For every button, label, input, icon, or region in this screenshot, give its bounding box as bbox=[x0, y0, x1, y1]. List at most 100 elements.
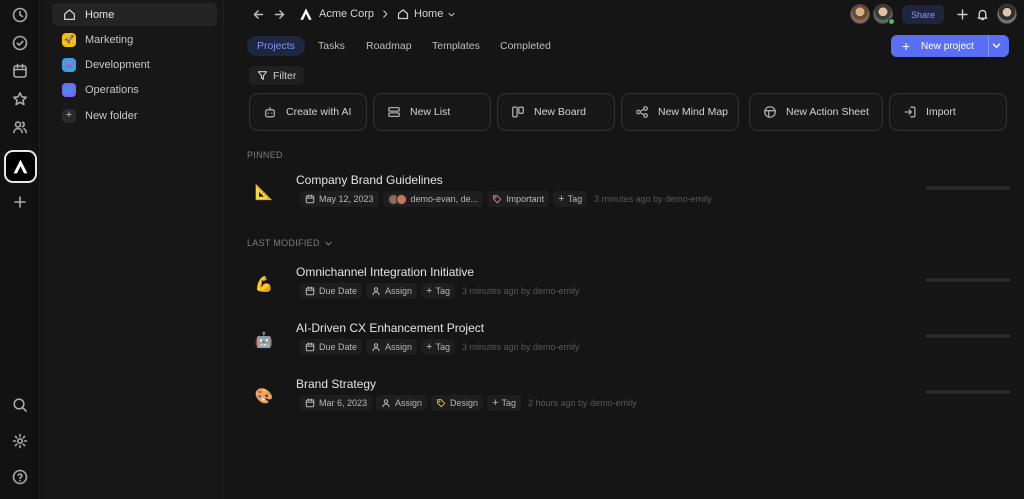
date-chip[interactable]: May 12, 2023 bbox=[300, 191, 379, 207]
add-tag-button[interactable]: + Tag bbox=[487, 395, 522, 411]
chevron-down-icon[interactable] bbox=[991, 40, 1005, 52]
sheet-icon bbox=[762, 104, 778, 120]
add-tag-button[interactable]: + Tag bbox=[421, 339, 455, 355]
home-icon bbox=[62, 8, 76, 22]
tab-templates[interactable]: Templates bbox=[422, 36, 490, 56]
create-with-ai-button[interactable]: Create with AI bbox=[249, 93, 367, 131]
mind-map-icon bbox=[634, 104, 650, 120]
new-action-sheet-button[interactable]: New Action Sheet bbox=[749, 93, 883, 131]
add-workspace-icon[interactable] bbox=[8, 190, 32, 214]
project-row[interactable]: 🤖 AI-Driven CX Enhancement Project Due D… bbox=[246, 320, 1016, 364]
project-title[interactable]: AI-Driven CX Enhancement Project bbox=[296, 321, 484, 335]
tag-design-chip[interactable]: Design bbox=[431, 395, 484, 411]
breadcrumb-page[interactable]: Home bbox=[397, 6, 456, 22]
icon-rail bbox=[0, 0, 40, 499]
chevron-down-icon bbox=[448, 12, 455, 16]
acme-logo-icon bbox=[13, 159, 28, 174]
pinned-section-label: PINNED bbox=[247, 150, 283, 160]
sidebar-item-operations[interactable]: 🌐 Operations bbox=[52, 78, 262, 101]
add-tag-button[interactable]: + Tag bbox=[421, 283, 455, 299]
avatar bbox=[395, 193, 407, 205]
updated-text: 2 hours ago by demo-emily bbox=[528, 398, 637, 408]
robot-icon bbox=[262, 104, 278, 120]
assign-button[interactable]: Assign bbox=[366, 339, 418, 355]
new-project-label: New project bbox=[921, 40, 974, 52]
import-button[interactable]: Import bbox=[889, 93, 1007, 131]
project-row[interactable]: 🎨 Brand Strategy Mar 6, 2023 Assign Desi… bbox=[246, 376, 1016, 420]
due-date-chip[interactable]: Due Date bbox=[300, 339, 363, 355]
date-chip[interactable]: Mar 6, 2023 bbox=[300, 395, 373, 411]
assign-button[interactable]: Assign bbox=[376, 395, 428, 411]
chevron-down-icon bbox=[325, 241, 332, 245]
sidebar-item-label: Operations bbox=[85, 83, 139, 96]
sidebar-item-home[interactable]: Home bbox=[52, 3, 217, 26]
sidebar-item-marketing[interactable]: 🚀 Marketing bbox=[52, 28, 262, 51]
sidebar-item-label: New folder bbox=[85, 109, 138, 122]
share-button[interactable]: Share bbox=[902, 5, 944, 24]
sidebar-item-new-folder[interactable]: + New folder bbox=[52, 104, 262, 127]
users-icon[interactable] bbox=[8, 115, 32, 139]
updated-text: 3 minutes ago by demo-emily bbox=[462, 342, 580, 352]
gear-icon[interactable] bbox=[8, 429, 32, 453]
clock-icon[interactable] bbox=[8, 3, 32, 27]
user-icon bbox=[382, 399, 390, 408]
online-status-dot bbox=[888, 18, 895, 25]
tab-completed[interactable]: Completed bbox=[490, 36, 561, 56]
new-list-button[interactable]: New List bbox=[373, 93, 491, 131]
new-board-button[interactable]: New Board bbox=[497, 93, 615, 131]
flexed-biceps-icon: 💪 bbox=[254, 276, 274, 293]
page-name: Home bbox=[414, 8, 444, 20]
project-title[interactable]: Company Brand Guidelines bbox=[296, 173, 443, 187]
breadcrumb-separator-icon bbox=[380, 6, 390, 22]
avatar[interactable] bbox=[850, 4, 870, 24]
tab-projects[interactable]: Projects bbox=[247, 36, 305, 56]
search-icon[interactable] bbox=[8, 393, 32, 417]
workspace-name: Acme Corp bbox=[319, 8, 375, 20]
bell-icon[interactable] bbox=[975, 7, 989, 21]
user-icon bbox=[372, 287, 380, 296]
tab-roadmap[interactable]: Roadmap bbox=[356, 36, 422, 56]
forward-arrow-icon[interactable] bbox=[271, 6, 287, 22]
updated-text: 3 minutes ago by demo-emily bbox=[594, 194, 712, 204]
assign-button[interactable]: Assign bbox=[366, 283, 418, 299]
triangle-ruler-icon: 📐 bbox=[254, 184, 274, 201]
plus-icon[interactable] bbox=[955, 7, 969, 21]
sidebar-item-development[interactable]: 👾 Development bbox=[52, 53, 262, 76]
list-icon bbox=[386, 104, 402, 120]
calendar-icon bbox=[305, 286, 315, 296]
sidebar-item-label: Development bbox=[85, 58, 150, 71]
calendar-icon[interactable] bbox=[8, 59, 32, 83]
new-project-button[interactable]: + New project bbox=[891, 35, 1009, 57]
sidebar-item-label: Home bbox=[85, 8, 115, 21]
workspace-logo[interactable] bbox=[4, 150, 37, 183]
board-icon bbox=[510, 104, 526, 120]
calendar-icon bbox=[305, 398, 315, 408]
current-user-avatar[interactable] bbox=[997, 4, 1017, 24]
plus-icon: + bbox=[558, 193, 565, 205]
check-circle-icon[interactable] bbox=[8, 31, 32, 55]
card-label: New Board bbox=[534, 106, 586, 118]
last-modified-section-label[interactable]: LAST MODIFIED bbox=[247, 238, 333, 248]
divider bbox=[988, 35, 989, 57]
project-row[interactable]: 💪 Omnichannel Integration Initiative Due… bbox=[246, 264, 1016, 308]
due-date-chip[interactable]: Due Date bbox=[300, 283, 363, 299]
updated-text: 3 minutes ago by demo-emily bbox=[462, 286, 580, 296]
project-title[interactable]: Brand Strategy bbox=[296, 377, 376, 391]
tab-tasks[interactable]: Tasks bbox=[308, 36, 355, 56]
breadcrumb-workspace[interactable]: Acme Corp bbox=[299, 6, 374, 22]
add-tag-button[interactable]: + Tag bbox=[553, 191, 588, 207]
assignees-chip[interactable]: demo-evan, de... bbox=[382, 191, 484, 207]
star-icon[interactable] bbox=[8, 87, 32, 111]
plus-icon: + bbox=[426, 285, 433, 297]
back-arrow-icon[interactable] bbox=[250, 6, 266, 22]
import-icon bbox=[902, 104, 918, 120]
card-label: New List bbox=[410, 106, 451, 118]
project-row[interactable]: 📐 Company Brand Guidelines May 12, 2023 … bbox=[246, 172, 1016, 216]
new-mind-map-button[interactable]: New Mind Map bbox=[621, 93, 739, 131]
help-icon[interactable] bbox=[8, 465, 32, 489]
tag-icon bbox=[437, 399, 446, 408]
filter-button[interactable]: Filter bbox=[249, 66, 305, 85]
project-title[interactable]: Omnichannel Integration Initiative bbox=[296, 265, 474, 279]
filter-label: Filter bbox=[273, 69, 297, 82]
tag-important-chip[interactable]: Important bbox=[487, 191, 550, 207]
